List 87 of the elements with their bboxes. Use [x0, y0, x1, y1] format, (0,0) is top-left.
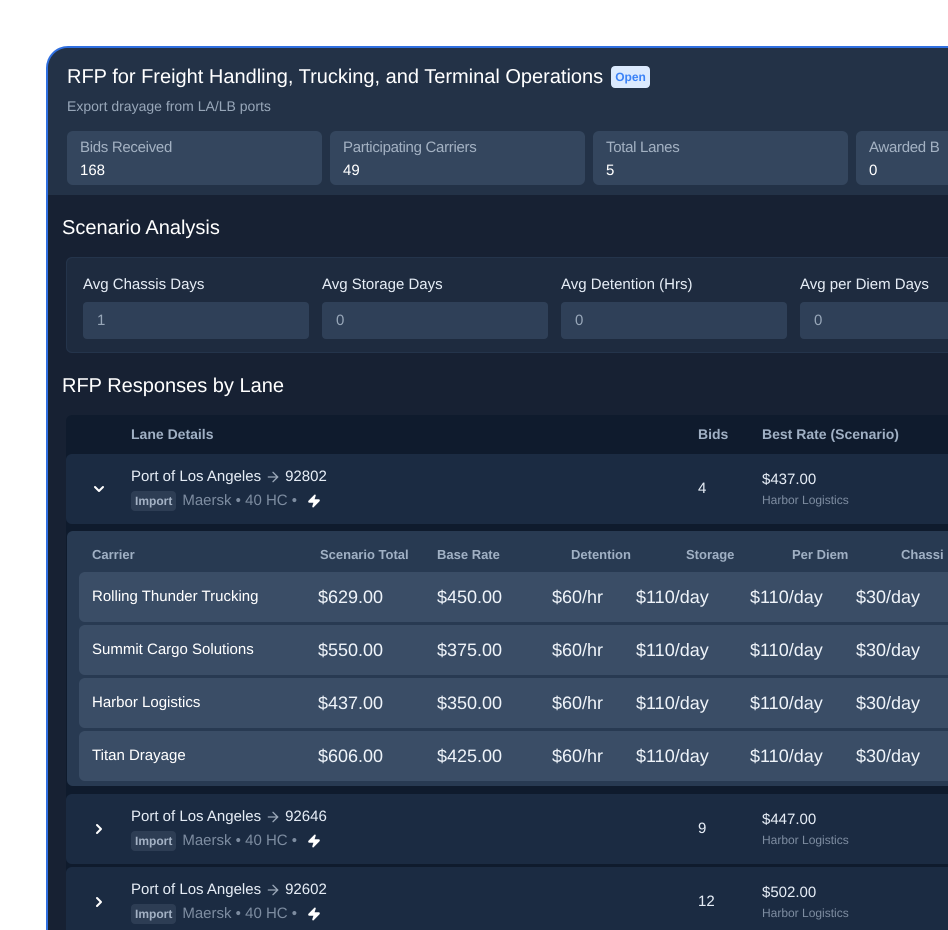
field-label: Avg Detention (Hrs)	[561, 275, 692, 295]
lane-meta-text: Maersk • 40 HC •	[182, 831, 298, 851]
rate-value: $375.00	[437, 640, 502, 660]
destination-text: 92802	[285, 466, 327, 486]
rate-value: $350.00	[437, 692, 502, 712]
input-field[interactable]: 0	[561, 302, 787, 338]
column-header: Chassi	[901, 547, 944, 562]
rfp-subtitle: Export drayage from LA/LB ports	[67, 97, 272, 116]
status-badge: Open	[611, 66, 650, 88]
stat-value: 5	[606, 160, 614, 180]
rate-value: $110/day	[636, 640, 709, 660]
best-carrier-text: Harbor Logistics	[762, 905, 849, 922]
input-field[interactable]: 1	[83, 302, 309, 338]
lane-meta-text: Maersk • 40 HC •	[182, 491, 298, 511]
import-tag: Import	[131, 904, 176, 924]
best-rate-text: $437.00	[762, 470, 818, 490]
stat-value: 168	[80, 160, 106, 180]
column-header: Scenario Total	[320, 547, 409, 562]
rate-value: $60/hr	[552, 692, 604, 712]
stat-label: Bids Received	[80, 138, 172, 158]
column-header: Bids	[698, 426, 728, 442]
lightning-icon	[307, 906, 322, 922]
bids-count: 12	[698, 893, 715, 910]
bids-count: 9	[698, 820, 706, 837]
lane-meta-text: Maersk • 40 HC •	[182, 904, 298, 924]
field-label: Avg Storage Days	[322, 275, 443, 295]
input-field[interactable]: 0	[322, 302, 548, 338]
carrier-name: Summit Cargo Solutions	[92, 641, 254, 658]
section-title: Scenario Analysis	[62, 216, 221, 241]
column-header: Storage	[686, 547, 734, 562]
destination-text: 92646	[285, 806, 327, 826]
lane-row[interactable]: Port of Los Angeles 92646 Import Maersk • 40 HC • 9 $447.00 Harbor Logistics	[66, 794, 948, 864]
rate-value: $60/hr	[552, 586, 604, 606]
rate-value: $30/day	[856, 640, 920, 660]
rate-value: $60/hr	[552, 746, 604, 766]
rate-value: $110/day	[750, 586, 823, 606]
bids-count: 4	[698, 480, 706, 497]
column-header: Detention	[571, 547, 631, 562]
rate-value: $550.00	[318, 640, 384, 660]
rate-value: $110/day	[750, 692, 823, 712]
destination-text: 92602	[285, 880, 327, 900]
rate-value: $30/day	[856, 586, 920, 606]
origin-text: Port of Los Angeles	[131, 466, 262, 486]
stat-value: 0	[869, 160, 878, 180]
stat-label: Participating Carriers	[343, 138, 476, 158]
rate-value: $110/day	[750, 640, 823, 660]
rate-value: $425.00	[437, 746, 502, 766]
rate-value: $110/day	[636, 586, 709, 606]
field-label: Avg per Diem Days	[800, 275, 929, 295]
carrier-name: Titan Drayage	[92, 747, 186, 764]
rfp-title: RFP for Freight Handling, Trucking, and Terminal Operations	[67, 65, 604, 90]
import-tag: Import	[131, 491, 176, 512]
best-carrier-text: Harbor Logistics	[762, 832, 849, 850]
column-header: Base Rate	[437, 547, 500, 562]
rate-value: $30/day	[856, 692, 920, 712]
rate-value: $606.00	[318, 746, 384, 766]
best-carrier-text: Harbor Logistics	[762, 492, 849, 510]
lane-row[interactable]: Port of Los Angeles 92802 Import Maersk • 40 HC • 4 $437.00 Harbor Logistics	[66, 454, 948, 524]
rate-value: $629.00	[318, 586, 384, 606]
carrier-name: Rolling Thunder Trucking	[92, 588, 258, 605]
field-label: Avg Chassis Days	[83, 275, 204, 295]
origin-text: Port of Los Angeles	[131, 806, 262, 826]
column-header: Best Rate (Scenario)	[762, 426, 899, 442]
carrier-name: Harbor Logistics	[92, 694, 200, 711]
best-rate-text: $447.00	[762, 810, 818, 830]
rate-value: $110/day	[636, 692, 709, 712]
column-header: Per Diem	[792, 547, 848, 562]
best-rate-text: $502.00	[762, 882, 818, 903]
lightning-icon	[307, 833, 322, 850]
rate-value: $450.00	[437, 586, 502, 606]
origin-text: Port of Los Angeles	[131, 880, 262, 900]
stat-value: 49	[343, 160, 360, 180]
lane-row[interactable]: Port of Los Angeles 92602 Import Maersk • 40 HC • 12 $502.00 Harbor Logistics	[66, 867, 948, 930]
column-header: Carrier	[92, 547, 135, 562]
column-header: Lane Details	[131, 426, 214, 442]
rate-value: $110/day	[750, 746, 823, 766]
section-title: RFP Responses by Lane	[62, 374, 284, 399]
rate-value: $437.00	[318, 692, 384, 712]
lightning-icon	[307, 493, 322, 510]
stat-label: Total Lanes	[606, 138, 680, 158]
input-field[interactable]: 0	[800, 302, 948, 338]
import-tag: Import	[131, 831, 176, 852]
rate-value: $60/hr	[552, 640, 604, 660]
stat-label: Awarded B	[869, 138, 940, 158]
arrow-right-icon	[265, 882, 282, 898]
rate-value: $30/day	[856, 746, 920, 766]
rate-value: $110/day	[636, 746, 709, 766]
